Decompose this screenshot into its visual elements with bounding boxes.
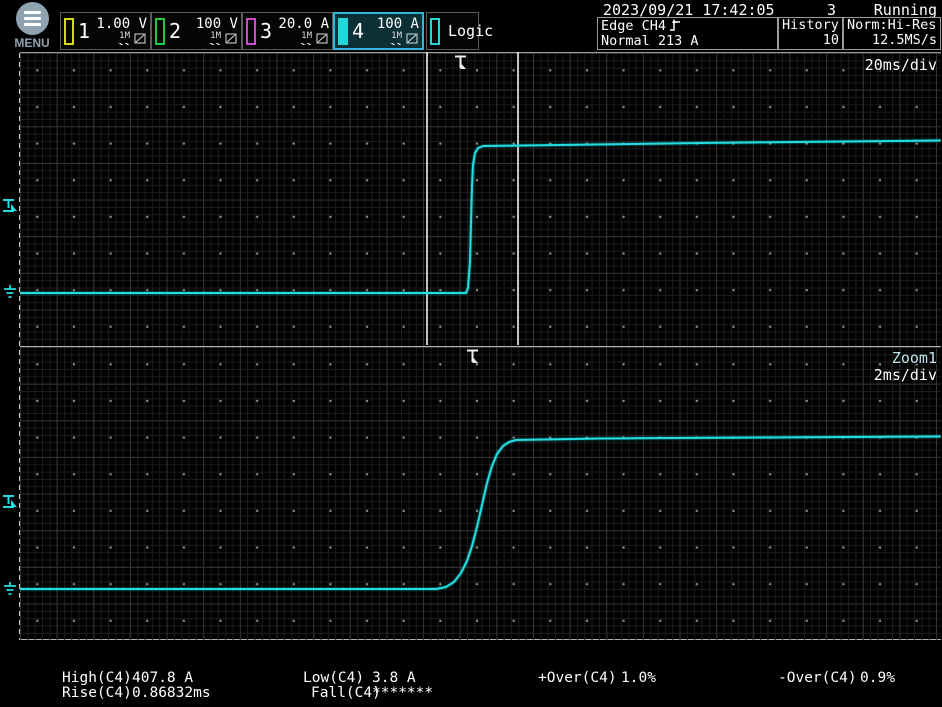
channel-4-box[interactable]: 4 100 A 1M xyxy=(333,12,424,50)
logic-channel-box[interactable]: Logic xyxy=(426,12,479,50)
trigger-level-marker-zoom[interactable] xyxy=(2,494,18,515)
menu-button-label: MENU xyxy=(8,36,56,50)
oscilloscope-screen: MENU 1 1.00 V 1M 2 100 V xyxy=(0,0,942,707)
record-mode: Norm:Hi-Res xyxy=(847,18,937,33)
rising-edge-icon xyxy=(669,18,681,32)
history-value: 10 xyxy=(782,33,839,48)
channel-3-box[interactable]: 3 20.0 A 1M xyxy=(242,12,333,50)
zoom-grid xyxy=(20,346,941,641)
hamburger-menu-icon xyxy=(16,2,49,35)
channel-2-number: 2 xyxy=(169,19,181,43)
zoom-window-name: Zoom1 xyxy=(892,349,937,367)
menu-button[interactable]: MENU xyxy=(8,1,56,51)
meas-nover-value: 0.9% xyxy=(860,670,895,686)
meas-fall-value: ******* xyxy=(372,685,433,701)
waveform-display: 20ms/div Zoom1 2ms/div xyxy=(0,52,942,640)
trigger-type-source: Edge CH4 xyxy=(601,18,666,34)
channel-2-scale: 100 V xyxy=(196,17,238,32)
channel-4-color-bracket xyxy=(338,18,348,45)
coupling-icon xyxy=(134,33,147,45)
channel-strip: 1 1.00 V 1M 2 100 V 1M xyxy=(60,12,479,50)
zoom-timebase-label: 2ms/div xyxy=(874,366,937,384)
ground-level-marker-main[interactable] xyxy=(2,285,18,304)
trigger-info-box[interactable]: Edge CH4 Normal 213 A xyxy=(597,17,778,50)
sample-rate: 12.5MS/s xyxy=(847,33,937,48)
meas-low-label: Low(C4) xyxy=(303,670,364,686)
channel-1-box[interactable]: 1 1.00 V 1M xyxy=(60,12,151,50)
trigger-position-marker-zoom[interactable] xyxy=(466,349,480,368)
logic-label: Logic xyxy=(448,22,493,40)
trigger-mode-level: Normal 213 A xyxy=(601,34,774,49)
meas-high-value: 407.8 A xyxy=(132,670,193,686)
channel-3-number: 3 xyxy=(260,19,272,43)
meas-pover-label: +Over(C4) xyxy=(538,670,617,686)
coupling-icon xyxy=(225,33,238,45)
meas-rise-value: 0.86832ms xyxy=(132,685,211,701)
impedance-icon: 1M xyxy=(209,32,222,45)
channel-1-number: 1 xyxy=(78,19,90,43)
channel-1-scale: 1.00 V xyxy=(96,17,147,32)
header-bar: MENU 1 1.00 V 1M 2 100 V xyxy=(0,0,942,52)
meas-nover-label: -Over(C4) xyxy=(778,670,857,686)
meas-fall-label: Fall(C4) xyxy=(311,685,381,701)
coupling-icon xyxy=(316,33,329,45)
channel-4-number: 4 xyxy=(352,19,364,43)
channel-4-scale: 100 A xyxy=(377,17,419,32)
measurement-bar: High(C4) 407.8 A Rise(C4) 0.86832ms Low(… xyxy=(0,640,942,707)
channel-2-box[interactable]: 2 100 V 1M xyxy=(151,12,242,50)
record-mode-box[interactable]: Norm:Hi-Res 12.5MS/s xyxy=(843,17,941,50)
trigger-level-marker-main[interactable] xyxy=(2,198,18,219)
meas-high-label: High(C4) xyxy=(62,670,132,686)
meas-pover-value: 1.0% xyxy=(621,670,656,686)
history-label: History xyxy=(782,18,839,33)
channel-2-color-bracket xyxy=(155,18,165,45)
impedance-icon: 1M xyxy=(300,32,313,45)
channel-3-color-bracket xyxy=(246,18,256,45)
main-timebase-label: 20ms/div xyxy=(865,56,937,74)
channel-3-scale: 20.0 A xyxy=(278,17,329,32)
history-box[interactable]: History 10 xyxy=(778,17,843,50)
trigger-position-marker-main[interactable] xyxy=(454,55,468,74)
impedance-icon: 1M xyxy=(118,32,131,45)
channel-1-color-bracket xyxy=(64,18,74,45)
coupling-icon xyxy=(406,33,419,45)
meas-rise-label: Rise(C4) xyxy=(62,685,132,701)
main-grid xyxy=(20,53,941,346)
ground-level-marker-zoom[interactable] xyxy=(2,582,18,601)
graticule-area: 20ms/div Zoom1 2ms/div xyxy=(20,52,941,640)
logic-color-bracket xyxy=(430,18,440,45)
meas-low-value: 3.8 A xyxy=(372,670,416,686)
impedance-icon: 1M xyxy=(390,32,403,45)
